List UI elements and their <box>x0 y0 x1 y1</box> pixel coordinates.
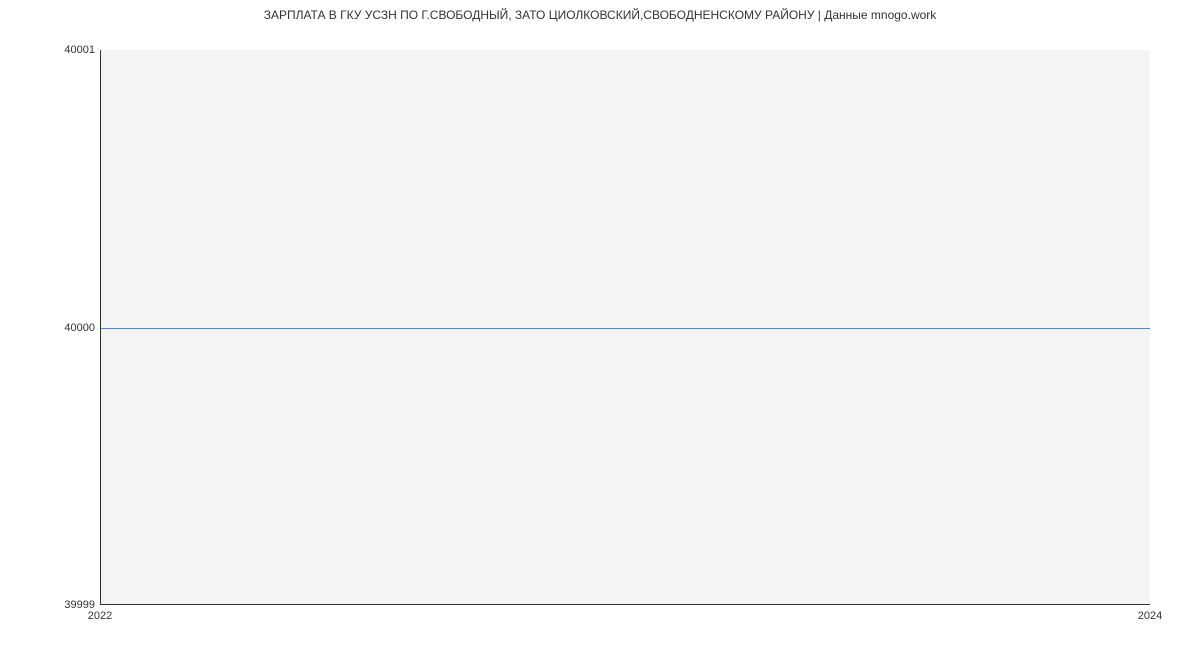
x-tick-label: 2022 <box>88 610 112 622</box>
chart-title: ЗАРПЛАТА В ГКУ УСЗН ПО Г.СВОБОДНЫЙ, ЗАТО… <box>0 8 1200 22</box>
x-tick-label: 2024 <box>1138 610 1162 622</box>
plot-area <box>100 50 1150 605</box>
y-tick-label: 40001 <box>64 44 95 56</box>
y-tick-label: 40000 <box>64 322 95 334</box>
data-line <box>101 328 1150 329</box>
